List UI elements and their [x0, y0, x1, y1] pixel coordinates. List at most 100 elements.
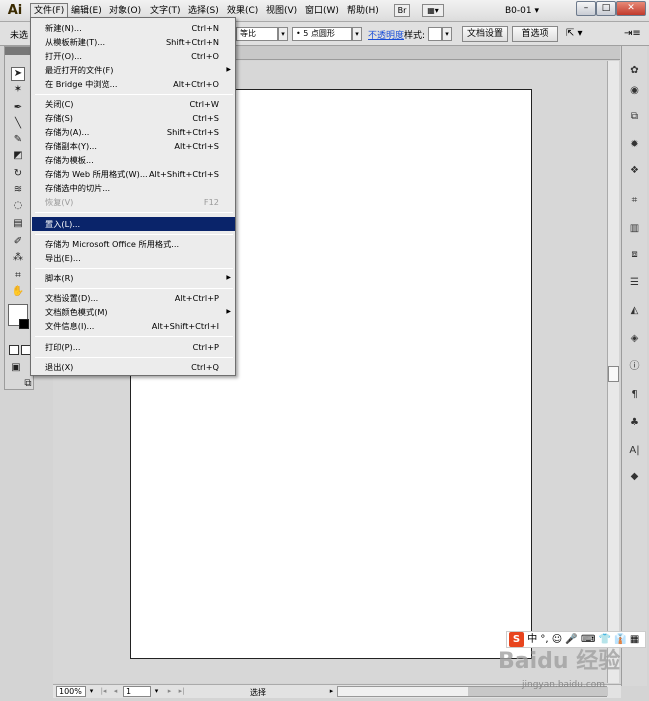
- menu-separator: [35, 268, 233, 269]
- info-panel-icon[interactable]: ⓘ: [624, 358, 645, 376]
- menu-item-place[interactable]: 置入(L)...: [32, 217, 235, 231]
- minimize-button[interactable]: –: [576, 1, 596, 16]
- first-artboard-icon[interactable]: |◂: [99, 686, 108, 697]
- menu-item-save-as-template[interactable]: 存储为模板...: [32, 153, 235, 167]
- next-artboard-icon[interactable]: ▸: [165, 686, 174, 697]
- symbol-sprayer-icon[interactable]: ⁂: [11, 251, 25, 265]
- graph-tool-icon[interactable]: ▤: [11, 217, 25, 231]
- brushes-panel-icon[interactable]: ✹: [624, 136, 645, 154]
- style-label: 样式:: [404, 31, 426, 41]
- stroke-profile-select[interactable]: 等比: [236, 27, 278, 41]
- gradient-panel-icon[interactable]: ◭: [624, 302, 645, 320]
- menu-item-open[interactable]: 打开(O)... Ctrl+O: [32, 49, 235, 63]
- style-swatch[interactable]: [428, 27, 442, 41]
- close-button[interactable]: ✕: [616, 1, 646, 16]
- illustrator-window: Ai 文件(F) 编辑(E) 对象(O) 文字(T) 选择(S) 效果(C) 视…: [0, 0, 649, 701]
- menu-separator: [35, 212, 233, 213]
- last-artboard-icon[interactable]: ▸|: [177, 686, 186, 697]
- chevron-down-icon[interactable]: ▾: [442, 27, 452, 41]
- paragraph-panel-icon[interactable]: ¶: [624, 386, 645, 404]
- symbol-library-icon[interactable]: ♣: [624, 414, 645, 432]
- menu-item-save-for-office[interactable]: 存储为 Microsoft Office 所用格式...: [32, 237, 235, 251]
- menu-item-scripts[interactable]: 脚本(R) ▶: [32, 271, 235, 285]
- hand-tool-icon[interactable]: ✋: [11, 285, 25, 299]
- menu-item-save[interactable]: 存储(S) Ctrl+S: [32, 111, 235, 125]
- pathfinder-panel-icon[interactable]: ⧈: [624, 246, 645, 264]
- menu-item-revert: 恢复(V) F12: [45, 197, 219, 207]
- menu-item-exit[interactable]: 退出(X) Ctrl+Q: [32, 360, 235, 374]
- swatches-panel-icon[interactable]: ⧉: [624, 108, 645, 126]
- chevron-down-icon[interactable]: ▾: [278, 27, 288, 41]
- chevron-down-icon[interactable]: ▾: [352, 27, 362, 41]
- pen-tool-icon[interactable]: ✒: [11, 101, 25, 115]
- menu-item-file-info[interactable]: 文件信息(I)... Alt+Shift+Ctrl+I: [32, 319, 235, 333]
- menu-item-save-copy[interactable]: 存储副本(Y)... Alt+Ctrl+S: [32, 139, 235, 153]
- menu-item-document-color-mode[interactable]: 文档颜色模式(M) ▶: [32, 305, 235, 319]
- app-logo: Ai: [7, 3, 23, 18]
- bridge-icon[interactable]: Br: [394, 4, 410, 17]
- artboard-tool-icon[interactable]: ⌗: [11, 269, 25, 283]
- submenu-arrow-icon: ▶: [226, 274, 231, 281]
- artboard-number-field[interactable]: 1: [123, 686, 151, 697]
- magic-wand-icon[interactable]: ✶: [11, 83, 25, 97]
- eyedropper-icon[interactable]: ✐: [11, 235, 25, 249]
- pencil-tool-icon[interactable]: ✎: [11, 133, 25, 147]
- menu-item-print[interactable]: 打印(P)... Ctrl+P: [32, 340, 235, 354]
- maximize-button[interactable]: □: [596, 1, 616, 16]
- zoom-dropdown-icon[interactable]: ▾: [87, 686, 96, 697]
- symbols-panel-icon[interactable]: ❖: [624, 162, 645, 180]
- shape-builder-icon[interactable]: ◌: [11, 199, 25, 213]
- eraser-tool-icon[interactable]: ◩: [11, 149, 25, 163]
- transform-icon[interactable]: ⇱ ▾: [566, 28, 583, 39]
- menu-view[interactable]: 视图(V): [263, 3, 300, 19]
- vertical-scrollbar[interactable]: [607, 61, 619, 683]
- draw-normal-icon[interactable]: [9, 345, 19, 355]
- menu-item-save-as[interactable]: 存储为(A)... Shift+Ctrl+S: [32, 125, 235, 139]
- menu-item-new[interactable]: 新建(N)... Ctrl+N: [32, 21, 235, 35]
- menu-help[interactable]: 帮助(H): [344, 3, 382, 19]
- rotate-tool-icon[interactable]: ↻: [11, 167, 25, 181]
- menu-item-document-setup[interactable]: 文档设置(D)... Alt+Ctrl+P: [32, 291, 235, 305]
- stroke-swatch[interactable]: [19, 319, 29, 329]
- appearance-panel-icon[interactable]: ◈: [624, 330, 645, 348]
- document-setup-button[interactable]: 文档设置: [462, 26, 508, 42]
- panel-dock: ✿ ◉ ⧉ ✹ ❖ ⌗ ▥ ⧈ ☰ ◭ ◈ ⓘ ¶ ♣ A| ◆: [621, 46, 647, 686]
- watermark-url: jingyan.baidu.com: [522, 680, 606, 690]
- menu-item-save-selected-slices[interactable]: 存储选中的切片...: [32, 181, 235, 195]
- zoom-field[interactable]: 100%: [56, 686, 86, 697]
- menu-item-browse-bridge[interactable]: 在 Bridge 中浏览... Alt+Ctrl+O: [32, 77, 235, 91]
- line-tool-icon[interactable]: ╲: [11, 117, 25, 131]
- menu-separator: [35, 94, 233, 95]
- selection-status: 未选: [10, 31, 29, 41]
- change-screen-mode-icon[interactable]: ⧉: [21, 377, 35, 391]
- color-guide-icon[interactable]: ◉: [624, 82, 645, 100]
- menu-separator: [35, 336, 233, 337]
- menu-window[interactable]: 窗口(W): [302, 3, 342, 19]
- color-panel-icon[interactable]: ✿: [624, 62, 645, 80]
- previous-artboard-icon[interactable]: ◂: [111, 686, 120, 697]
- warp-tool-icon[interactable]: ≋: [11, 183, 25, 197]
- menu-item-close[interactable]: 关闭(C) Ctrl+W: [32, 97, 235, 111]
- opacity-link[interactable]: 不透明度: [368, 28, 404, 41]
- menu-item-save-for-web[interactable]: 存储为 Web 所用格式(W)... Alt+Shift+Ctrl+S: [32, 167, 235, 181]
- toolbox-grip[interactable]: [5, 47, 33, 55]
- stroke-panel-icon[interactable]: ☰: [624, 274, 645, 292]
- screen-mode-icon[interactable]: ▣: [9, 361, 23, 375]
- status-text: 选择: [250, 688, 266, 697]
- artboard-dropdown-icon[interactable]: ▾: [152, 686, 161, 697]
- character-panel-icon[interactable]: A|: [624, 442, 645, 460]
- vertical-scrollbar-thumb[interactable]: [608, 366, 619, 382]
- panel-menu-icon[interactable]: ⇥≡: [624, 28, 641, 39]
- menu-item-open-recent[interactable]: 最近打开的文件(F) ▶: [32, 63, 235, 77]
- arrange-documents-icon[interactable]: ▦▾: [422, 4, 444, 17]
- menu-item-new-from-template[interactable]: 从模板新建(T)... Shift+Ctrl+N: [32, 35, 235, 49]
- transform-panel-icon[interactable]: ⌗: [624, 192, 645, 210]
- brush-select[interactable]: • 5 点圆形: [292, 27, 352, 41]
- status-menu-icon[interactable]: ▸: [327, 686, 336, 697]
- selection-tool-icon[interactable]: ➤: [11, 67, 25, 81]
- preferences-button[interactable]: 首选项: [512, 26, 558, 42]
- align-panel-icon[interactable]: ▥: [624, 220, 645, 238]
- layers-panel-icon[interactable]: ◆: [624, 468, 645, 486]
- menu-item-export[interactable]: 导出(E)...: [32, 251, 235, 265]
- workspace-switcher[interactable]: B0-01 ▾: [505, 4, 565, 18]
